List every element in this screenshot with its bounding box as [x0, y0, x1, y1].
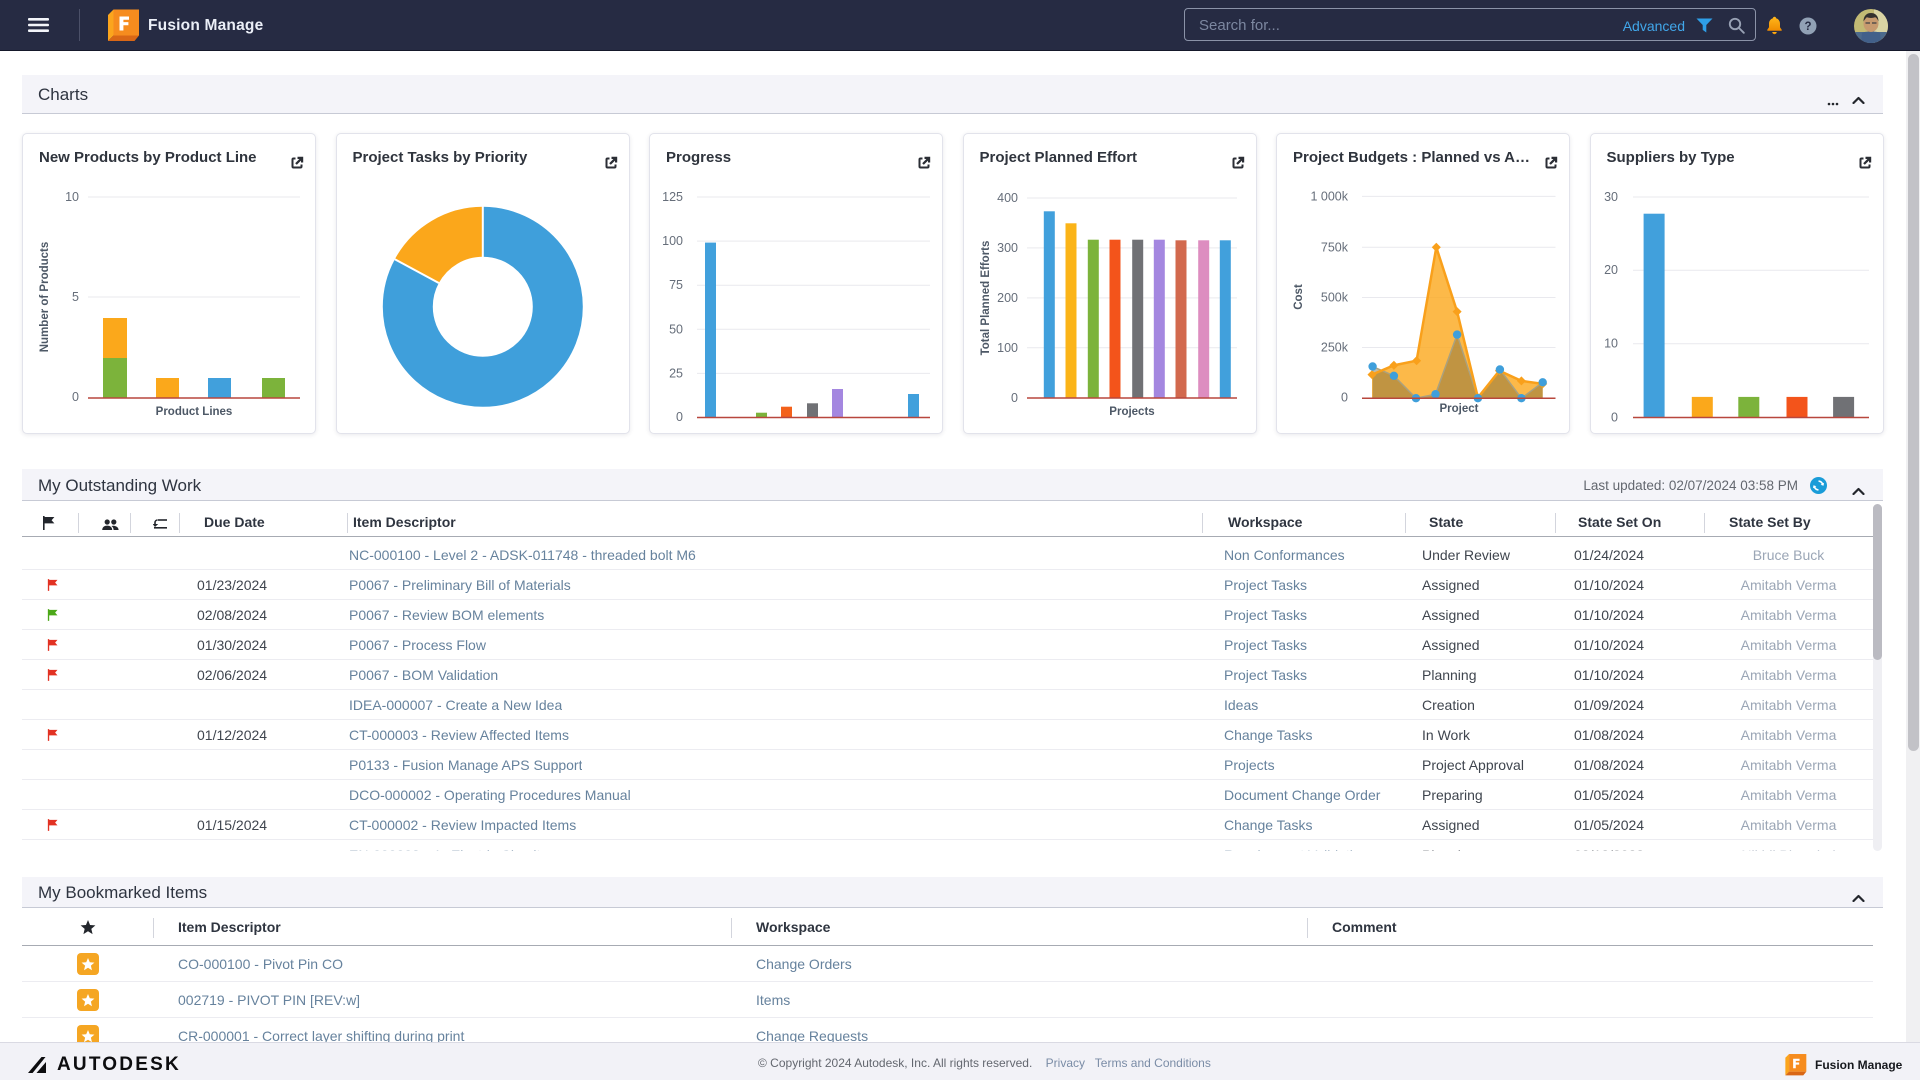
svg-text:?: ?: [1804, 21, 1811, 33]
svg-text:0: 0: [1341, 391, 1348, 405]
svg-text:1 000k: 1 000k: [1310, 189, 1348, 203]
svg-text:75: 75: [669, 278, 683, 292]
svg-text:250k: 250k: [1321, 341, 1349, 355]
svg-text:10: 10: [65, 190, 79, 204]
svg-text:10: 10: [1604, 337, 1618, 351]
svg-text:Cost: Cost: [1293, 284, 1305, 310]
svg-text:Total Planned Efforts: Total Planned Efforts: [980, 241, 992, 356]
svg-text:100: 100: [662, 234, 683, 248]
svg-text:0: 0: [72, 390, 79, 404]
svg-text:750k: 750k: [1321, 240, 1349, 254]
svg-text:400: 400: [997, 191, 1018, 205]
svg-text:0: 0: [1611, 411, 1618, 425]
svg-text:Product Lines: Product Lines: [156, 406, 233, 418]
svg-text:Projects: Projects: [1109, 406, 1154, 418]
svg-text:25: 25: [669, 366, 683, 380]
svg-text:200: 200: [997, 291, 1018, 305]
svg-text:Project: Project: [1440, 403, 1479, 415]
svg-text:Number of Products: Number of Products: [39, 242, 51, 353]
svg-text:300: 300: [997, 241, 1018, 255]
svg-text:100: 100: [997, 341, 1018, 355]
svg-text:30: 30: [1604, 190, 1618, 204]
svg-text:125: 125: [662, 190, 683, 204]
svg-text:0: 0: [1011, 391, 1018, 405]
svg-text:5: 5: [72, 290, 79, 304]
svg-text:20: 20: [1604, 263, 1618, 277]
svg-text:0: 0: [676, 410, 683, 424]
svg-text:50: 50: [669, 322, 683, 336]
svg-text:500k: 500k: [1321, 291, 1349, 305]
